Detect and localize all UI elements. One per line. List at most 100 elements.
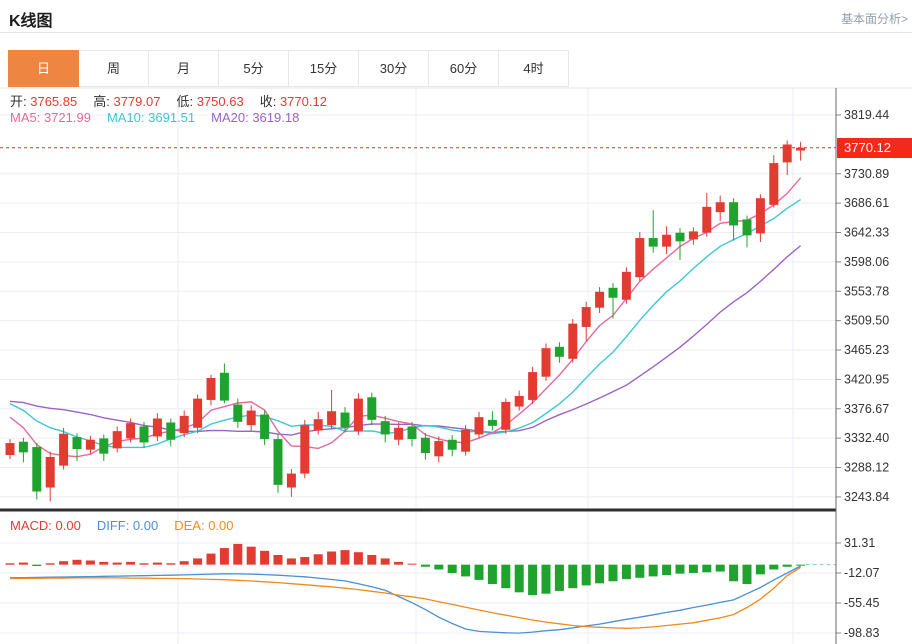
macd-histogram-bar bbox=[166, 563, 175, 564]
macd-histogram-bar bbox=[475, 565, 484, 580]
macd-histogram-bar bbox=[394, 562, 403, 565]
candle-body bbox=[689, 231, 698, 239]
candle-body bbox=[166, 422, 175, 439]
info-pair: MA20: 3619.18 bbox=[211, 110, 299, 125]
macd-histogram-bar bbox=[314, 554, 323, 564]
tab-月[interactable]: 月 bbox=[148, 50, 219, 87]
info-pair: 低: 3750.63 bbox=[176, 94, 243, 109]
candle-body bbox=[783, 144, 792, 162]
macd-histogram-bar bbox=[233, 544, 242, 565]
info-pair: 高: 3779.07 bbox=[93, 94, 160, 109]
candle-body bbox=[582, 307, 591, 327]
ma20-line bbox=[10, 246, 801, 436]
price-tick-label: 3642.33 bbox=[844, 226, 889, 240]
macd-histogram-bar bbox=[729, 565, 738, 582]
kline-chart-page: K线图 基本面分析> 日周月5分15分30分60分4时 3819.443730.… bbox=[0, 0, 912, 644]
candle-body bbox=[341, 413, 350, 428]
candle-body bbox=[113, 431, 122, 448]
candle-body bbox=[220, 373, 229, 401]
macd-tick-label: -98.83 bbox=[844, 626, 879, 640]
macd-histogram-bar bbox=[274, 555, 283, 565]
price-tick-label: 3553.78 bbox=[844, 284, 889, 298]
macd-histogram-bar bbox=[542, 565, 551, 594]
candle-body bbox=[367, 397, 376, 420]
macd-histogram-bar bbox=[609, 565, 618, 582]
candle-body bbox=[542, 348, 551, 377]
macd-histogram-bar bbox=[689, 565, 698, 573]
macd-histogram-bar bbox=[756, 565, 765, 575]
candle-body bbox=[314, 419, 323, 430]
candle-body bbox=[461, 430, 470, 452]
candle-body bbox=[73, 437, 82, 449]
macd-histogram-bar bbox=[662, 565, 671, 575]
macd-histogram-bar bbox=[247, 547, 256, 565]
candle-body bbox=[716, 202, 725, 212]
macd-histogram-bar bbox=[300, 557, 309, 565]
macd-histogram-bar bbox=[448, 565, 457, 573]
candle-body bbox=[140, 426, 149, 442]
info-pair: MACD: 0.00 bbox=[10, 518, 81, 533]
tab-5分[interactable]: 5分 bbox=[218, 50, 289, 87]
macd-histogram-bar bbox=[716, 565, 725, 572]
macd-info-row: MACD: 0.00DIFF: 0.00DEA: 0.00 bbox=[10, 518, 250, 533]
candle-body bbox=[300, 425, 309, 473]
macd-histogram-bar bbox=[501, 565, 510, 589]
candle-body bbox=[59, 434, 68, 466]
candle-body bbox=[274, 439, 283, 485]
price-tick-label: 3376.67 bbox=[844, 402, 889, 416]
price-tick-label: 3420.95 bbox=[844, 372, 889, 386]
diff-line bbox=[10, 566, 801, 633]
candle-body bbox=[260, 415, 269, 440]
macd-histogram-bar bbox=[783, 565, 792, 567]
macd-histogram-bar bbox=[59, 561, 68, 564]
fundamental-analysis-link[interactable]: 基本面分析> bbox=[841, 10, 908, 27]
candle-body bbox=[649, 238, 658, 247]
macd-tick-label: 31.31 bbox=[844, 536, 875, 550]
candle-body bbox=[233, 405, 242, 422]
candle-body bbox=[488, 420, 497, 426]
candle-body bbox=[153, 419, 162, 437]
page-header: K线图 基本面分析> bbox=[0, 0, 912, 33]
candle-body bbox=[729, 202, 738, 225]
macd-tick-label: -55.45 bbox=[844, 596, 879, 610]
candle-body bbox=[86, 440, 95, 450]
candle-body bbox=[662, 235, 671, 247]
candle-body bbox=[555, 347, 564, 357]
candle-body bbox=[501, 402, 510, 430]
candle-body bbox=[32, 447, 41, 491]
candle-body bbox=[6, 443, 15, 455]
ma-info-row: MA5: 3721.99MA10: 3691.51MA20: 3619.18 bbox=[10, 110, 315, 125]
macd-histogram-bar bbox=[354, 552, 363, 564]
macd-histogram-bar bbox=[568, 565, 577, 589]
macd-histogram-bar bbox=[99, 562, 108, 565]
tab-15分[interactable]: 15分 bbox=[288, 50, 359, 87]
tab-30分[interactable]: 30分 bbox=[358, 50, 429, 87]
price-tick-label: 3332.40 bbox=[844, 431, 889, 445]
candle-body bbox=[19, 442, 28, 453]
tab-60分[interactable]: 60分 bbox=[428, 50, 499, 87]
macd-histogram-bar bbox=[434, 565, 443, 570]
tab-周[interactable]: 周 bbox=[78, 50, 149, 87]
macd-histogram-bar bbox=[73, 560, 82, 565]
macd-histogram-bar bbox=[582, 565, 591, 586]
macd-histogram-bar bbox=[595, 565, 604, 584]
macd-histogram-bar bbox=[126, 562, 135, 565]
macd-histogram-bar bbox=[260, 551, 269, 565]
macd-histogram-bar bbox=[515, 565, 524, 593]
tab-4时[interactable]: 4时 bbox=[498, 50, 569, 87]
macd-histogram-bar bbox=[421, 565, 430, 567]
macd-histogram-bar bbox=[622, 565, 631, 580]
candle-body bbox=[515, 396, 524, 407]
info-pair: MA5: 3721.99 bbox=[10, 110, 91, 125]
candle-body bbox=[622, 272, 631, 300]
info-pair: 开: 3765.85 bbox=[10, 94, 77, 109]
price-tick-label: 3730.89 bbox=[844, 167, 889, 181]
tab-日[interactable]: 日 bbox=[8, 50, 79, 87]
macd-histogram-bar bbox=[113, 563, 122, 565]
candle-body bbox=[595, 292, 604, 308]
candle-body bbox=[99, 438, 108, 453]
candle-body bbox=[421, 438, 430, 453]
page-title: K线图 bbox=[9, 7, 53, 31]
macd-histogram-bar bbox=[153, 563, 162, 565]
macd-histogram-bar bbox=[702, 565, 711, 573]
